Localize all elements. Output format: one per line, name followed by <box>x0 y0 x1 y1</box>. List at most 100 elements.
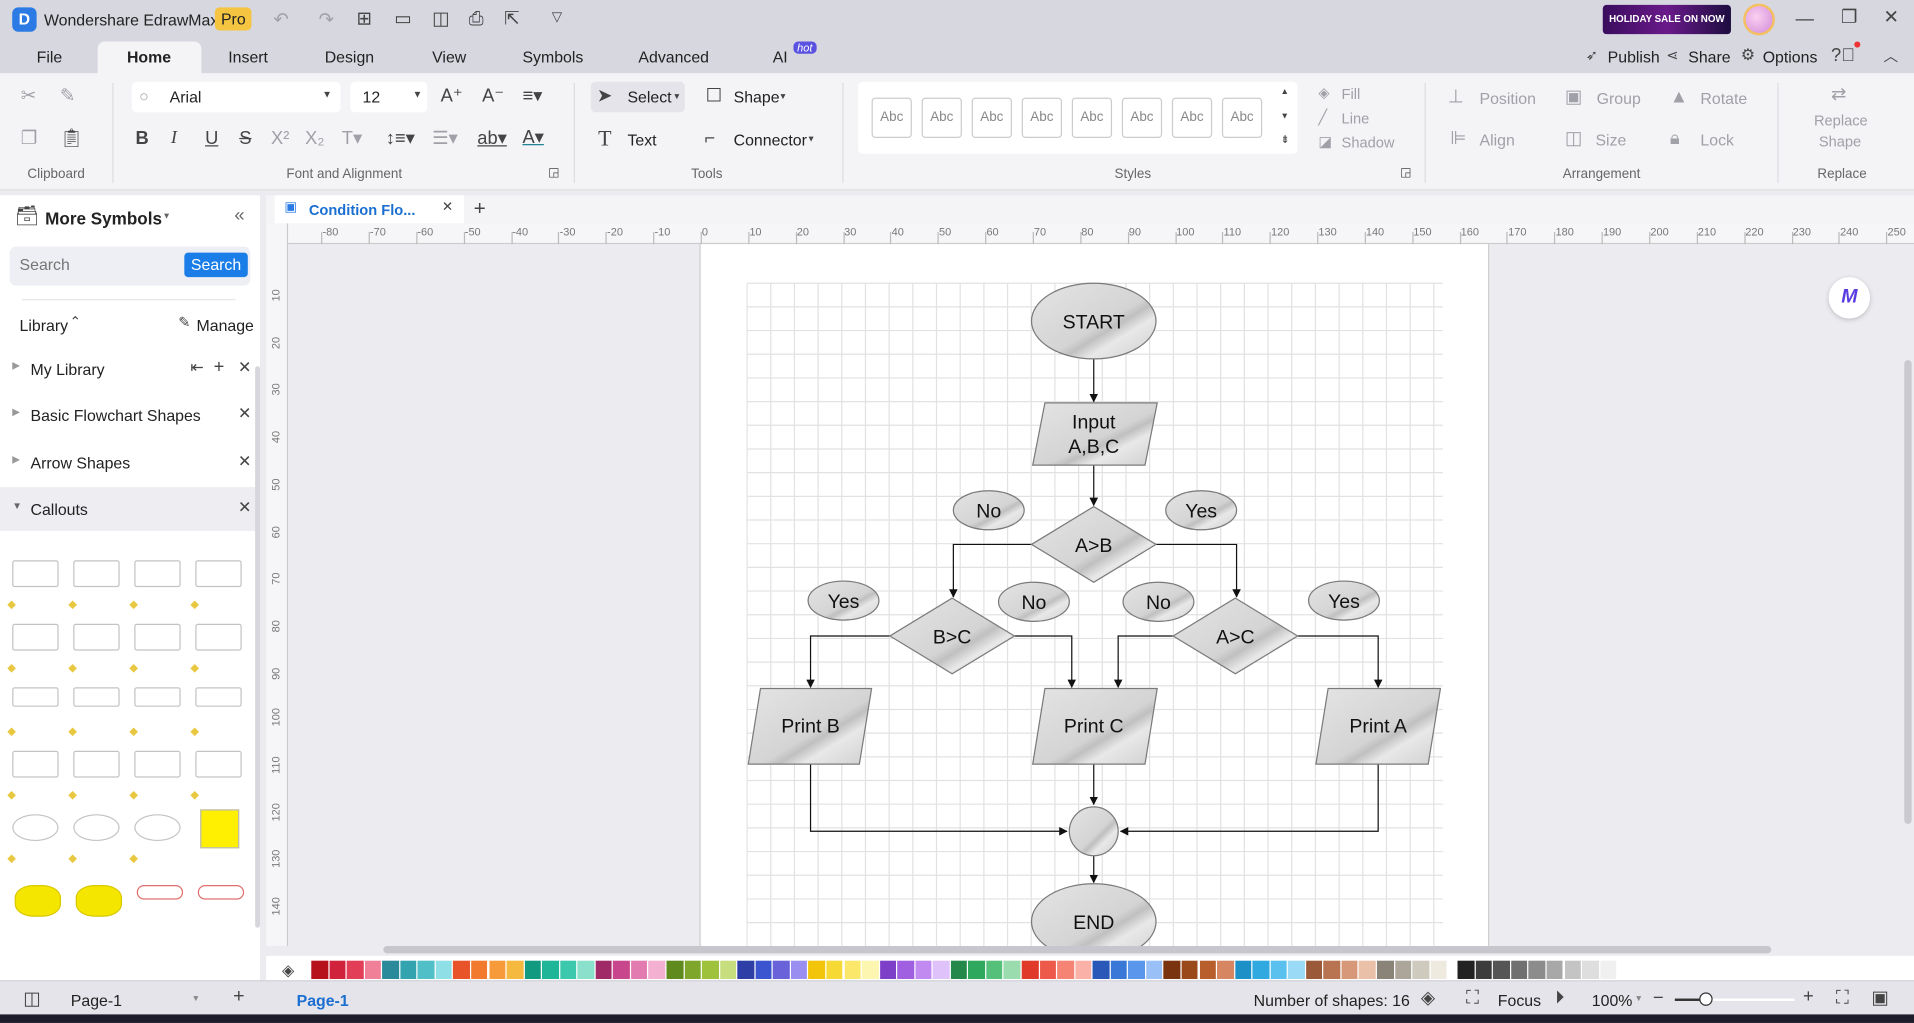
color-swatch[interactable] <box>417 960 435 980</box>
color-swatch[interactable] <box>1163 960 1181 980</box>
color-swatch[interactable] <box>577 960 595 980</box>
color-swatch[interactable] <box>595 960 612 980</box>
page-panel-icon[interactable]: ◫ <box>23 990 40 1008</box>
color-swatch[interactable] <box>1234 960 1252 980</box>
color-swatch[interactable] <box>559 960 577 980</box>
color-swatch[interactable] <box>755 960 772 980</box>
style-swatch[interactable]: Abc <box>1071 97 1113 138</box>
color-swatch[interactable] <box>1074 960 1092 980</box>
page-select[interactable]: Page-1 <box>71 991 122 1009</box>
color-swatch[interactable] <box>1528 960 1546 980</box>
color-swatch[interactable] <box>382 960 399 980</box>
horizontal-scrollbar[interactable] <box>383 946 1772 954</box>
color-swatch[interactable] <box>702 960 719 980</box>
color-swatch[interactable] <box>613 960 630 980</box>
play-icon[interactable]: ⏵︎ <box>1555 989 1564 1007</box>
zoom-slider-handle[interactable] <box>1699 992 1713 1006</box>
color-swatch[interactable] <box>719 960 737 980</box>
color-swatch[interactable] <box>1003 960 1021 980</box>
color-swatch[interactable] <box>1181 960 1199 980</box>
color-swatch[interactable] <box>453 960 470 980</box>
color-swatch[interactable] <box>542 960 559 980</box>
color-swatch[interactable] <box>1323 960 1341 980</box>
color-swatch[interactable] <box>1110 960 1128 980</box>
color-swatch[interactable] <box>826 960 843 980</box>
fill-bucket-icon[interactable]: ◈ <box>282 962 294 978</box>
color-swatch[interactable] <box>844 960 861 980</box>
style-swatch[interactable]: Abc <box>971 97 1012 138</box>
style-swatch[interactable]: Abc <box>1021 97 1063 138</box>
zoom-level[interactable]: 100% <box>1592 991 1633 1009</box>
color-swatch[interactable] <box>329 960 346 980</box>
color-swatch[interactable] <box>1146 960 1163 980</box>
fit-page-icon[interactable]: ⛶ <box>1836 989 1849 1007</box>
color-swatch[interactable] <box>488 960 506 980</box>
page-tab[interactable]: Page-1 <box>297 991 349 1009</box>
color-swatch[interactable] <box>1039 960 1056 980</box>
color-swatch[interactable] <box>1493 960 1510 980</box>
color-swatch[interactable] <box>346 960 364 980</box>
focus-button[interactable]: Focus <box>1498 991 1541 1009</box>
color-swatch[interactable] <box>1270 960 1287 980</box>
color-swatch[interactable] <box>1021 960 1039 980</box>
color-swatch[interactable] <box>1582 960 1599 980</box>
style-swatch[interactable]: Abc <box>1171 97 1213 138</box>
style-swatch[interactable]: Abc <box>921 97 962 138</box>
zoom-out-icon[interactable]: − <box>1653 989 1664 1007</box>
color-swatch[interactable] <box>1305 960 1323 980</box>
color-swatch[interactable] <box>524 960 541 980</box>
focus-icon[interactable]: ⛶ <box>1466 989 1479 1007</box>
color-swatch[interactable] <box>861 960 879 980</box>
color-swatch[interactable] <box>1128 960 1145 980</box>
color-swatch[interactable] <box>1430 960 1447 980</box>
zoom-in-icon[interactable]: + <box>1803 988 1814 1006</box>
chevron-down-icon[interactable]: ▼ <box>1635 995 1643 1004</box>
color-swatch[interactable] <box>1359 960 1376 980</box>
style-swatch[interactable]: Abc <box>1221 97 1263 138</box>
style-swatch[interactable]: Abc <box>1121 97 1163 138</box>
color-swatch[interactable] <box>1199 960 1216 980</box>
chevron-down-icon[interactable]: ▼ <box>192 995 200 1004</box>
color-swatch[interactable] <box>400 960 417 980</box>
color-swatch[interactable] <box>1511 960 1528 980</box>
color-swatch[interactable] <box>790 960 808 980</box>
color-swatch[interactable] <box>1457 960 1475 980</box>
color-swatch[interactable] <box>1564 960 1581 980</box>
color-swatch[interactable] <box>1252 960 1270 980</box>
color-swatch[interactable] <box>1599 960 1617 980</box>
color-swatch[interactable] <box>648 960 666 980</box>
color-swatch[interactable] <box>773 960 790 980</box>
color-swatch[interactable] <box>808 960 826 980</box>
color-swatch[interactable] <box>986 960 1003 980</box>
add-page-icon[interactable]: + <box>233 987 244 1008</box>
color-swatch[interactable] <box>435 960 453 980</box>
color-swatch[interactable] <box>1394 960 1412 980</box>
color-swatch[interactable] <box>1546 960 1564 980</box>
fullscreen-icon[interactable]: ▣ <box>1871 989 1888 1007</box>
color-swatch[interactable] <box>1475 960 1493 980</box>
color-swatch[interactable] <box>1217 960 1234 980</box>
color-swatch[interactable] <box>666 960 683 980</box>
color-swatch[interactable] <box>1057 960 1074 980</box>
color-swatch[interactable] <box>364 960 382 980</box>
zoom-slider[interactable] <box>1674 992 1795 1006</box>
color-swatch[interactable] <box>1376 960 1394 980</box>
color-swatch[interactable] <box>1341 960 1358 980</box>
color-swatch[interactable] <box>1288 960 1305 980</box>
color-swatch[interactable] <box>1092 960 1110 980</box>
color-swatch[interactable] <box>932 960 950 980</box>
color-swatch[interactable] <box>915 960 932 980</box>
color-swatch[interactable] <box>1412 960 1429 980</box>
color-swatch[interactable] <box>506 960 524 980</box>
color-swatch[interactable] <box>471 960 488 980</box>
style-swatch[interactable]: Abc <box>871 97 912 138</box>
layers-icon[interactable]: ◈ <box>1421 989 1435 1007</box>
color-swatch[interactable] <box>684 960 701 980</box>
color-swatch[interactable] <box>879 960 897 980</box>
color-swatch[interactable] <box>968 960 985 980</box>
color-swatch[interactable] <box>897 960 914 980</box>
color-swatch[interactable] <box>950 960 968 980</box>
color-swatch[interactable] <box>737 960 755 980</box>
color-swatch[interactable] <box>311 960 328 980</box>
color-swatch[interactable] <box>630 960 648 980</box>
